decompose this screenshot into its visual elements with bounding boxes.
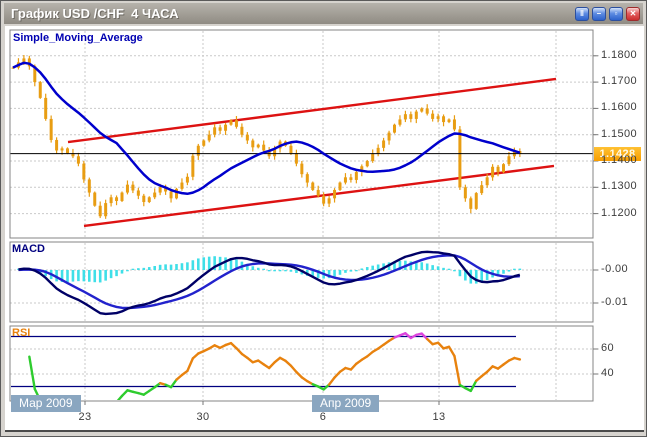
channel-upper-line[interactable] <box>68 79 556 142</box>
price-axis-label: 1.1300 <box>601 180 637 192</box>
rsi-axis-label: 40 <box>601 367 614 379</box>
price-axis-label: 1.1200 <box>601 207 637 219</box>
macd-axis-label: -0.00 <box>601 263 628 275</box>
price-axis-label: 1.1400 <box>601 154 637 166</box>
price-axis-label: 1.1800 <box>601 49 637 61</box>
month-badge-mar: Мар 2009 <box>11 395 81 412</box>
macd-main-line <box>18 252 519 314</box>
time-axis-label: 23 <box>78 411 91 423</box>
panel-border <box>10 30 593 238</box>
price-axis-label: 1.1700 <box>601 75 637 87</box>
price-axis-label: 1.1600 <box>601 101 637 113</box>
chart-canvas[interactable] <box>1 1 647 437</box>
chart-window: График USD /CHF 4 ЧАСА ‖ – ▫ ✕ Simple_Mo… <box>0 0 647 437</box>
time-axis-label: 30 <box>196 411 209 423</box>
price-axis-label: 1.1500 <box>601 128 637 140</box>
rsi-indicator-label: RSI <box>12 327 30 339</box>
macd-histogram <box>18 256 519 283</box>
macd-axis-label: -0.01 <box>601 296 628 308</box>
sma-indicator-label: Simple_Moving_Average <box>13 32 143 44</box>
panel-border <box>10 242 593 322</box>
rsi-axis-label: 60 <box>601 342 614 354</box>
macd-indicator-label: MACD <box>12 243 45 255</box>
rsi-line <box>29 333 519 416</box>
month-badge-apr: Апр 2009 <box>312 395 379 412</box>
time-axis-label: 13 <box>432 411 445 423</box>
time-axis-label: 6 <box>320 411 327 423</box>
